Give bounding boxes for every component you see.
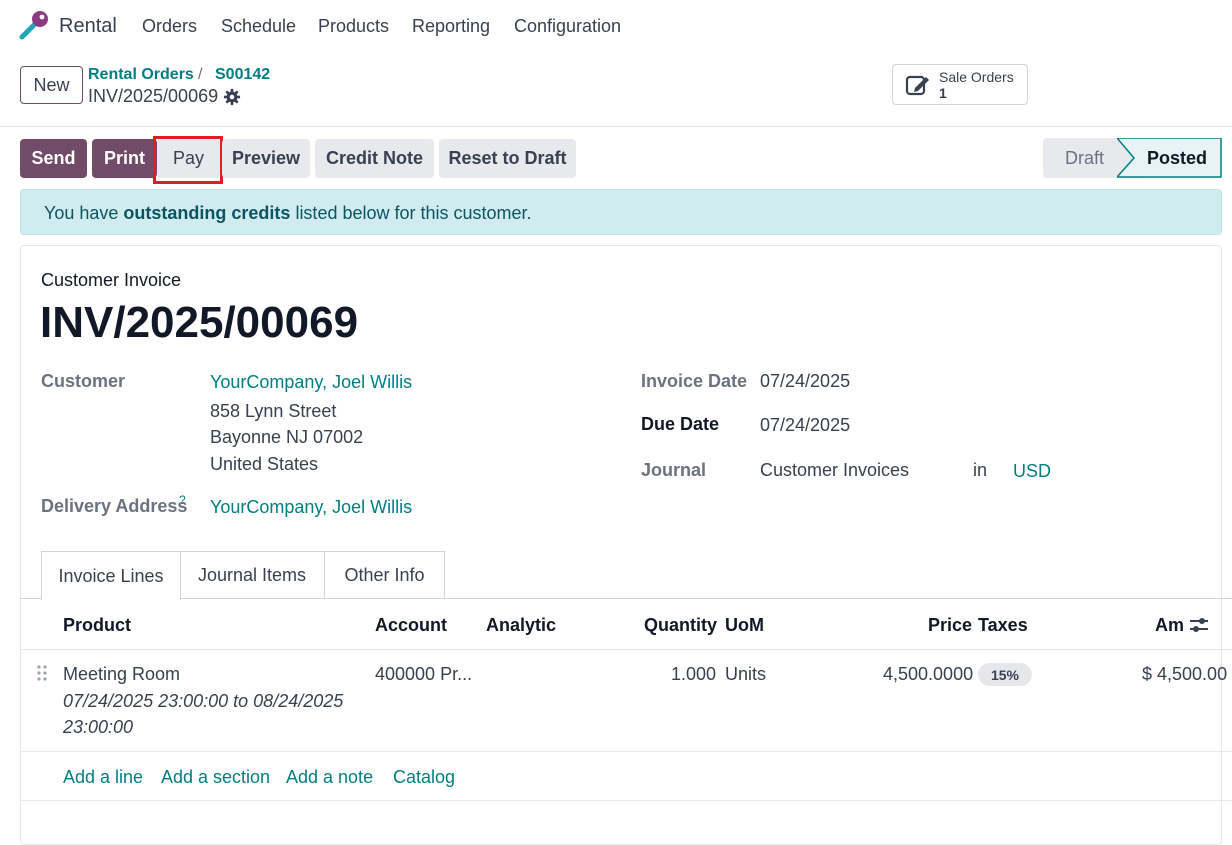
sale-orders-smart-button[interactable]: Sale Orders 1 — [892, 64, 1028, 105]
invoice-date-field[interactable]: 07/24/2025 — [760, 371, 850, 392]
menu-schedule[interactable]: Schedule — [221, 16, 296, 37]
column-amount[interactable]: Am — [1155, 615, 1184, 636]
control-panel-divider — [0, 126, 1232, 127]
gear-icon[interactable] — [223, 88, 241, 106]
menu-orders[interactable]: Orders — [142, 16, 197, 37]
line-tax-badge[interactable]: 15% — [978, 663, 1032, 686]
row-divider — [20, 751, 1232, 752]
journal-label: Journal — [641, 460, 707, 480]
menu-products[interactable]: Products — [318, 16, 389, 37]
menu-reporting[interactable]: Reporting — [412, 16, 490, 37]
breadcrumb-sale-order[interactable]: S00142 — [215, 66, 270, 84]
line-price[interactable]: 4,500.0000 — [883, 664, 973, 685]
alert-bold: outstanding credits — [123, 203, 291, 223]
alert-suffix: listed below for this customer. — [290, 203, 532, 223]
add-line-link[interactable]: Add a line — [63, 767, 143, 788]
invoice-date-label: Invoice Date — [641, 371, 748, 391]
customer-link[interactable]: YourCompany, Joel Willis — [210, 372, 412, 393]
delivery-help-icon[interactable]: ? — [179, 493, 186, 507]
reset-to-draft-button[interactable]: Reset to Draft — [439, 139, 576, 178]
column-price[interactable]: Price — [928, 615, 972, 636]
print-button[interactable]: Print — [92, 139, 157, 178]
line-quantity[interactable]: 1.000 — [671, 664, 716, 685]
column-account[interactable]: Account — [375, 615, 447, 636]
line-account[interactable]: 400000 Pr... — [375, 664, 472, 685]
breadcrumb-current: INV/2025/00069 — [88, 86, 219, 106]
delivery-address-link[interactable]: YourCompany, Joel Willis — [210, 497, 412, 518]
column-taxes[interactable]: Taxes — [978, 615, 1028, 636]
send-button[interactable]: Send — [20, 139, 87, 178]
column-quantity[interactable]: Quantity — [644, 615, 717, 636]
line-uom[interactable]: Units — [725, 664, 766, 685]
line-amount: $ 4,500.00 — [1142, 664, 1228, 684]
new-button[interactable]: New — [20, 66, 83, 104]
smart-button-count: 1 — [939, 85, 947, 101]
footer-divider — [20, 800, 1232, 801]
catalog-link[interactable]: Catalog — [393, 767, 455, 788]
customer-label: Customer — [41, 371, 126, 391]
tab-invoice-lines[interactable]: Invoice Lines — [41, 551, 181, 600]
rental-app-icon[interactable] — [18, 10, 50, 40]
status-bar: Draft Posted — [1043, 138, 1222, 178]
currency-field[interactable]: USD — [1013, 461, 1051, 482]
status-posted[interactable]: Posted — [1117, 138, 1222, 178]
customer-address-line3: United States — [210, 454, 319, 474]
credit-note-button[interactable]: Credit Note — [315, 139, 434, 178]
menu-configuration[interactable]: Configuration — [514, 16, 621, 37]
smart-button-label: Sale Orders — [939, 69, 1014, 85]
due-date-field[interactable]: 07/24/2025 — [760, 415, 850, 436]
preview-button[interactable]: Preview — [222, 139, 310, 178]
outstanding-credits-alert: You have outstanding credits listed belo… — [20, 189, 1222, 235]
line-product[interactable]: Meeting Room — [63, 664, 180, 685]
add-section-link[interactable]: Add a section — [161, 767, 270, 788]
app-name[interactable]: Rental — [59, 15, 117, 38]
pay-button-highlight — [153, 136, 223, 184]
journal-field[interactable]: Customer Invoices — [760, 460, 909, 481]
edit-icon — [905, 75, 929, 96]
delivery-address-label: Delivery Address — [41, 496, 188, 516]
column-uom[interactable]: UoM — [725, 615, 764, 636]
currency-in-label: in — [973, 460, 988, 480]
breadcrumb-rental-orders[interactable]: Rental Orders — [88, 66, 194, 84]
tab-journal-items[interactable]: Journal Items — [180, 551, 325, 599]
breadcrumb-separator: / — [198, 66, 203, 83]
top-navbar: Rental Orders Schedule Products Reportin… — [0, 0, 1232, 52]
line-description-2[interactable]: 23:00:00 — [63, 717, 133, 738]
column-analytic[interactable]: Analytic — [486, 615, 556, 636]
line-description-1[interactable]: 07/24/2025 23:00:00 to 08/24/2025 — [63, 691, 343, 712]
header-divider — [20, 649, 1232, 650]
invoice-type-label: Customer Invoice — [41, 270, 182, 290]
optional-columns-icon[interactable] — [1188, 615, 1210, 635]
invoice-number: INV/2025/00069 — [40, 298, 359, 347]
customer-address-line1: 858 Lynn Street — [210, 401, 337, 421]
customer-address-line2: Bayonne NJ 07002 — [210, 427, 364, 447]
due-date-label: Due Date — [641, 414, 720, 434]
drag-handle-icon[interactable] — [36, 664, 48, 682]
add-note-link[interactable]: Add a note — [286, 767, 373, 788]
alert-prefix: You have — [44, 203, 124, 223]
tab-other-info[interactable]: Other Info — [324, 551, 445, 599]
tabs-divider — [20, 598, 1232, 599]
column-product[interactable]: Product — [63, 615, 131, 636]
